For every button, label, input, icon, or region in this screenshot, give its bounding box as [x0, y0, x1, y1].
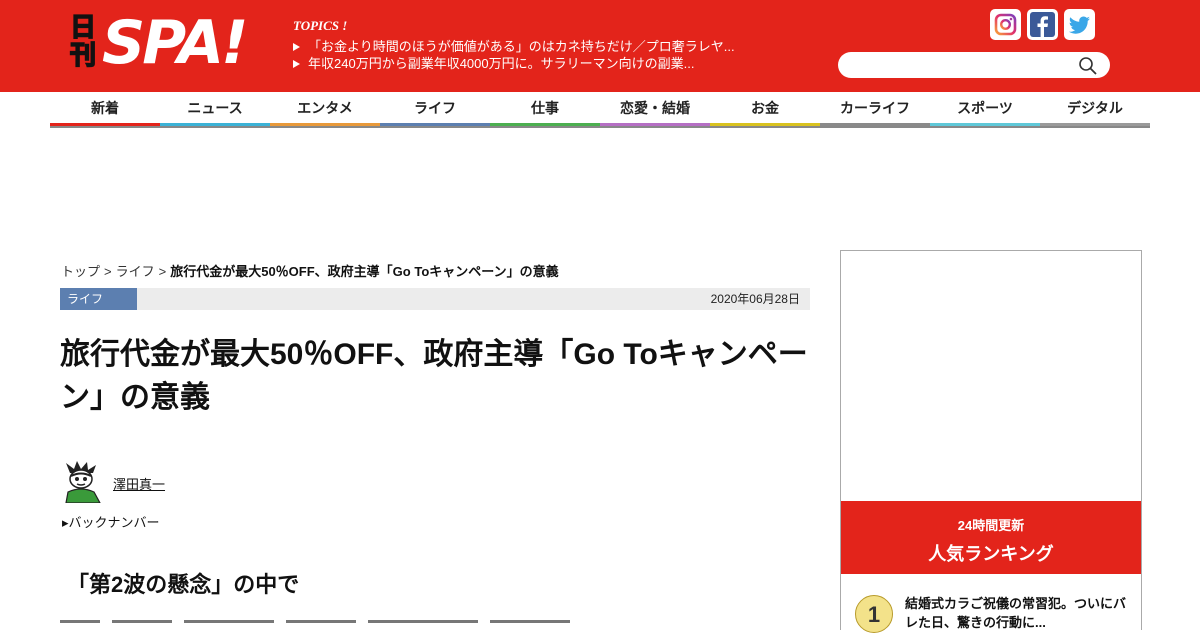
article-title: 旅行代金が最大50％OFF、政府主導「Go Toキャンペーン」の意義	[60, 338, 808, 414]
topic-link-1[interactable]: 「お金より時間のほうが価値がある」のはカネ持ちだけ／プロ奢ラレヤ...	[293, 38, 735, 55]
section-heading: 「第2波の懸念」の中で	[67, 572, 300, 597]
topic-text: 年収240万円から副業年収4000万円に。サラリーマン向けの副業...	[308, 56, 695, 71]
topics-label: TOPICS !	[293, 18, 348, 33]
category-badge[interactable]: ライフ	[60, 288, 137, 310]
search-box	[838, 52, 1110, 78]
nav-item-digital[interactable]: デジタル	[1040, 92, 1150, 126]
ranking-item-title: 結婚式カラご祝儀の常習犯。ついにバレた日、驚きの行動に...	[905, 596, 1127, 630]
triangle-right-icon	[293, 60, 300, 68]
facebook-icon[interactable]	[1027, 9, 1058, 40]
author-avatar[interactable]	[60, 459, 104, 503]
instagram-icon[interactable]	[990, 9, 1021, 40]
logo-nikkan: 日刊	[69, 13, 97, 71]
triangle-right-icon	[293, 43, 300, 51]
nav-item-new[interactable]: 新着	[50, 92, 160, 126]
publish-date: 2020年06月28日	[710, 292, 800, 306]
author-name[interactable]: 澤田真一	[113, 474, 165, 493]
ranking-item[interactable]: 1 結婚式カラご祝儀の常習犯。ついにバレた日、驚きの行動に...	[855, 592, 1135, 633]
nav-item-work[interactable]: 仕事	[490, 92, 600, 126]
nav-item-life[interactable]: ライフ	[380, 92, 490, 126]
nav-item-entame[interactable]: エンタメ	[270, 92, 380, 126]
nav-item-money[interactable]: お金	[710, 92, 820, 126]
nav-item-love[interactable]: 恋愛・結婚	[600, 92, 710, 126]
topics-box: TOPICS ! 「お金より時間のほうが価値がある」のはカネ持ちだけ／プロ奢ラレ…	[293, 18, 735, 72]
article-body-cutoff	[60, 620, 810, 630]
breadcrumb-separator: >	[158, 264, 167, 279]
topic-link-2[interactable]: 年収240万円から副業年収4000万円に。サラリーマン向けの副業...	[293, 55, 735, 72]
breadcrumb-separator: >	[104, 264, 112, 279]
breadcrumb-home[interactable]: トップ	[61, 264, 100, 279]
nav-item-news[interactable]: ニュース	[160, 92, 270, 126]
main-nav: 新着 ニュース エンタメ ライフ 仕事 恋愛・結婚 お金 カーライフ スポーツ …	[50, 92, 1150, 128]
article-meta-bar: ライフ 2020年06月28日	[60, 288, 810, 310]
backnumber-link[interactable]: ▸バックナンバー	[62, 512, 160, 531]
breadcrumb: トップ > ライフ > 旅行代金が最大50％OFF、政府主導「Go Toキャンペーン」の…	[61, 261, 559, 280]
twitter-icon[interactable]	[1064, 9, 1095, 40]
nav-item-carlife[interactable]: カーライフ	[820, 92, 930, 126]
breadcrumb-category[interactable]: ライフ	[116, 264, 155, 279]
logo-spa: SPA!	[102, 8, 248, 78]
ranking-update-note: 24時間更新	[957, 518, 1025, 533]
nav-item-sports[interactable]: スポーツ	[930, 92, 1040, 126]
search-icon[interactable]	[1078, 56, 1098, 76]
breadcrumb-current: 旅行代金が最大50％OFF、政府主導「Go Toキャンペーン」の意義	[170, 264, 559, 279]
topic-text: 「お金より時間のほうが価値がある」のはカネ持ちだけ／プロ奢ラレヤ...	[308, 39, 735, 54]
rank-number-badge: 1	[855, 595, 893, 633]
site-header: 日刊 SPA! TOPICS ! 「お金より時間のほうが価値がある」のはカネ持ち…	[0, 0, 1200, 92]
search-input[interactable]	[850, 55, 1070, 75]
ranking-title: 人気ランキング	[928, 544, 1054, 564]
site-logo[interactable]: 日刊 SPA!	[68, 8, 248, 78]
ranking-header: 24時間更新 人気ランキング	[841, 501, 1141, 574]
